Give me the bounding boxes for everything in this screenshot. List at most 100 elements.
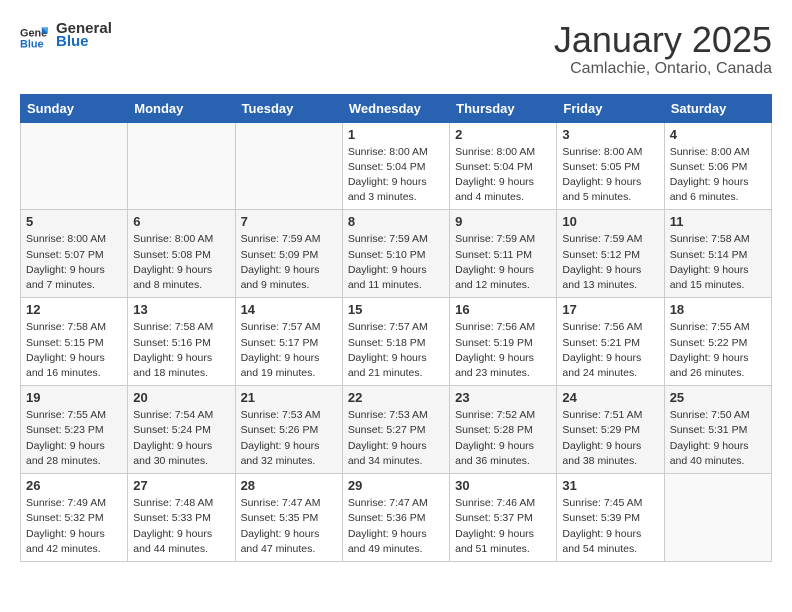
day-info: Sunrise: 7:52 AM Sunset: 5:28 PM Dayligh… [455,408,551,469]
day-cell: 15 Sunrise: 7:57 AM Sunset: 5:18 PM Dayli… [342,298,449,386]
day-info: Sunrise: 7:59 AM Sunset: 5:11 PM Dayligh… [455,232,551,293]
day-info: Sunrise: 8:00 AM Sunset: 5:07 PM Dayligh… [26,232,122,293]
day-info: Sunrise: 8:00 AM Sunset: 5:06 PM Dayligh… [670,145,766,206]
day-number: 22 [348,390,444,405]
day-number: 10 [562,214,658,229]
day-info: Sunrise: 7:49 AM Sunset: 5:32 PM Dayligh… [26,496,122,557]
title-block: January 2025 Camlachie, Ontario, Canada [554,20,772,78]
logo-icon: General Blue [20,21,48,49]
day-cell [21,122,128,210]
day-cell: 19Sunrise: 7:55 AM Sunset: 5:23 PM Dayli… [21,386,128,474]
day-cell: 10 Sunrise: 7:59 AM Sunset: 5:12 PM Dayli… [557,210,664,298]
day-number: 8 [348,214,444,229]
day-info: Sunrise: 7:50 AM Sunset: 5:31 PM Dayligh… [670,408,766,469]
day-number: 31 [562,478,658,493]
day-cell: 23 Sunrise: 7:52 AM Sunset: 5:28 PM Dayli… [450,386,557,474]
weekday-header-thursday: Thursday [450,94,557,122]
day-cell: 4Sunrise: 8:00 AM Sunset: 5:06 PM Daylig… [664,122,771,210]
day-cell: 17 Sunrise: 7:56 AM Sunset: 5:21 PM Dayli… [557,298,664,386]
day-cell: 22Sunrise: 7:53 AM Sunset: 5:27 PM Dayli… [342,386,449,474]
day-cell: 9 Sunrise: 7:59 AM Sunset: 5:11 PM Daylig… [450,210,557,298]
day-info: Sunrise: 7:58 AM Sunset: 5:16 PM Dayligh… [133,320,229,381]
day-cell: 25 Sunrise: 7:50 AM Sunset: 5:31 PM Dayli… [664,386,771,474]
logo: General Blue General Blue [20,20,112,50]
day-cell: 30 Sunrise: 7:46 AM Sunset: 5:37 PM Dayli… [450,474,557,562]
day-info: Sunrise: 7:56 AM Sunset: 5:19 PM Dayligh… [455,320,551,381]
day-number: 9 [455,214,551,229]
page-header: General Blue General Blue January 2025 C… [20,20,772,78]
month-title: January 2025 [554,20,772,60]
week-row-4: 19Sunrise: 7:55 AM Sunset: 5:23 PM Dayli… [21,386,772,474]
day-number: 15 [348,302,444,317]
day-info: Sunrise: 7:57 AM Sunset: 5:17 PM Dayligh… [241,320,337,381]
day-cell: 24 Sunrise: 7:51 AM Sunset: 5:29 PM Dayli… [557,386,664,474]
day-number: 17 [562,302,658,317]
day-cell [128,122,235,210]
day-cell: 20Sunrise: 7:54 AM Sunset: 5:24 PM Dayli… [128,386,235,474]
day-number: 6 [133,214,229,229]
day-cell: 1 Sunrise: 8:00 AM Sunset: 5:04 PM Daylig… [342,122,449,210]
day-info: Sunrise: 7:47 AM Sunset: 5:35 PM Dayligh… [241,496,337,557]
day-number: 14 [241,302,337,317]
day-number: 24 [562,390,658,405]
day-number: 5 [26,214,122,229]
day-cell: 7 Sunrise: 7:59 AM Sunset: 5:09 PM Daylig… [235,210,342,298]
day-cell [664,474,771,562]
day-number: 29 [348,478,444,493]
day-cell: 18Sunrise: 7:55 AM Sunset: 5:22 PM Dayli… [664,298,771,386]
weekday-header-saturday: Saturday [664,94,771,122]
day-cell: 12Sunrise: 7:58 AM Sunset: 5:15 PM Dayli… [21,298,128,386]
day-number: 27 [133,478,229,493]
svg-text:Blue: Blue [20,38,44,49]
day-info: Sunrise: 7:59 AM Sunset: 5:10 PM Dayligh… [348,232,444,293]
day-info: Sunrise: 8:00 AM Sunset: 5:04 PM Dayligh… [455,145,551,206]
day-info: Sunrise: 7:59 AM Sunset: 5:09 PM Dayligh… [241,232,337,293]
day-info: Sunrise: 7:58 AM Sunset: 5:14 PM Dayligh… [670,232,766,293]
weekday-header-row: SundayMondayTuesdayWednesdayThursdayFrid… [21,94,772,122]
logo-blue: Blue [56,33,112,50]
day-info: Sunrise: 7:56 AM Sunset: 5:21 PM Dayligh… [562,320,658,381]
day-number: 19 [26,390,122,405]
day-cell: 6Sunrise: 8:00 AM Sunset: 5:08 PM Daylig… [128,210,235,298]
day-info: Sunrise: 7:47 AM Sunset: 5:36 PM Dayligh… [348,496,444,557]
day-number: 20 [133,390,229,405]
day-number: 23 [455,390,551,405]
day-number: 26 [26,478,122,493]
day-info: Sunrise: 7:46 AM Sunset: 5:37 PM Dayligh… [455,496,551,557]
day-number: 21 [241,390,337,405]
day-cell: 2Sunrise: 8:00 AM Sunset: 5:04 PM Daylig… [450,122,557,210]
day-info: Sunrise: 7:51 AM Sunset: 5:29 PM Dayligh… [562,408,658,469]
calendar: SundayMondayTuesdayWednesdayThursdayFrid… [20,94,772,562]
day-number: 1 [348,127,444,142]
day-cell: 14 Sunrise: 7:57 AM Sunset: 5:17 PM Dayli… [235,298,342,386]
week-row-1: 1 Sunrise: 8:00 AM Sunset: 5:04 PM Daylig… [21,122,772,210]
day-info: Sunrise: 7:57 AM Sunset: 5:18 PM Dayligh… [348,320,444,381]
day-number: 25 [670,390,766,405]
weekday-header-tuesday: Tuesday [235,94,342,122]
day-info: Sunrise: 7:48 AM Sunset: 5:33 PM Dayligh… [133,496,229,557]
day-info: Sunrise: 7:53 AM Sunset: 5:26 PM Dayligh… [241,408,337,469]
day-cell: 29 Sunrise: 7:47 AM Sunset: 5:36 PM Dayli… [342,474,449,562]
day-number: 11 [670,214,766,229]
day-info: Sunrise: 7:59 AM Sunset: 5:12 PM Dayligh… [562,232,658,293]
day-number: 3 [562,127,658,142]
day-cell: 16 Sunrise: 7:56 AM Sunset: 5:19 PM Dayli… [450,298,557,386]
day-number: 12 [26,302,122,317]
weekday-header-friday: Friday [557,94,664,122]
weekday-header-sunday: Sunday [21,94,128,122]
day-number: 13 [133,302,229,317]
day-cell: 27 Sunrise: 7:48 AM Sunset: 5:33 PM Dayli… [128,474,235,562]
day-cell: 21 Sunrise: 7:53 AM Sunset: 5:26 PM Dayli… [235,386,342,474]
day-number: 30 [455,478,551,493]
location: Camlachie, Ontario, Canada [554,60,772,78]
week-row-3: 12Sunrise: 7:58 AM Sunset: 5:15 PM Dayli… [21,298,772,386]
day-cell: 28 Sunrise: 7:47 AM Sunset: 5:35 PM Dayli… [235,474,342,562]
day-number: 16 [455,302,551,317]
day-number: 28 [241,478,337,493]
day-info: Sunrise: 8:00 AM Sunset: 5:04 PM Dayligh… [348,145,444,206]
day-cell [235,122,342,210]
day-number: 7 [241,214,337,229]
day-cell: 31Sunrise: 7:45 AM Sunset: 5:39 PM Dayli… [557,474,664,562]
day-cell: 11 Sunrise: 7:58 AM Sunset: 5:14 PM Dayli… [664,210,771,298]
day-cell: 8 Sunrise: 7:59 AM Sunset: 5:10 PM Daylig… [342,210,449,298]
